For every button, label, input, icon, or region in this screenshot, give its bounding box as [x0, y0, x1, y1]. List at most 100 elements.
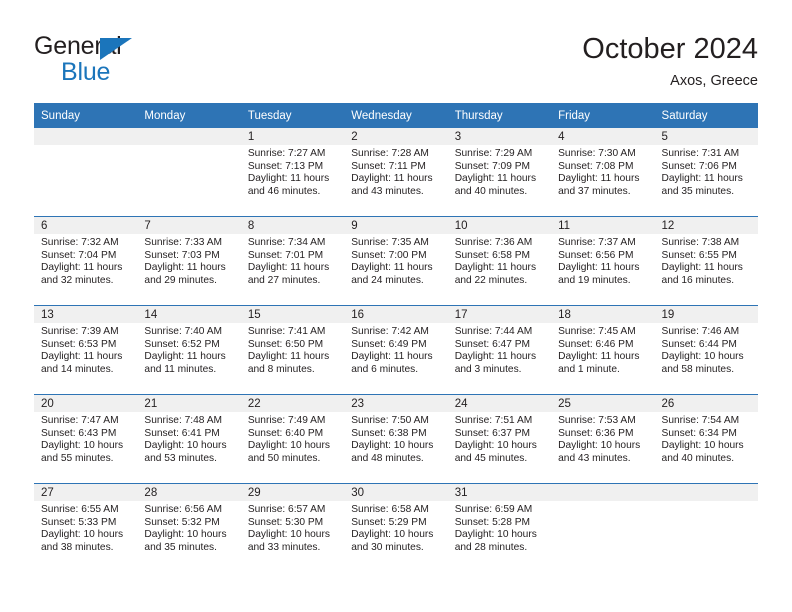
calendar-week-row: 20 Sunrise: 7:47 AM Sunset: 6:43 PM Dayligh…	[34, 394, 758, 484]
day-number: 7	[137, 217, 241, 234]
calendar-day-cell[interactable]: 15 Sunrise: 7:41 AM Sunset: 6:50 PM Dayligh…	[240, 306, 345, 394]
day-details: Sunrise: 7:40 AM Sunset: 6:52 PM Daylight:…	[137, 323, 240, 376]
sunset-text: Sunset: 6:36 PM	[558, 427, 634, 439]
day-number: 14	[137, 306, 241, 323]
day-details: Sunrise: 6:59 AM Sunset: 5:28 PM Daylight:…	[448, 501, 551, 554]
calendar-day-cell[interactable]: 10 Sunrise: 7:36 AM Sunset: 6:58 PM Dayligh…	[447, 217, 552, 305]
calendar-day-cell[interactable]: 26 Sunrise: 7:54 AM Sunset: 6:34 PM Dayligh…	[654, 395, 758, 483]
calendar-day-cell[interactable]: 2 Sunrise: 7:28 AM Sunset: 7:11 PM Daylight…	[344, 128, 448, 216]
daylight-text-line1: Daylight: 11 hours	[144, 351, 226, 363]
calendar-day-cell[interactable]: 16 Sunrise: 7:42 AM Sunset: 6:49 PM Dayligh…	[344, 306, 448, 394]
daylight-text-line2: and 35 minutes.	[661, 185, 735, 197]
sunrise-text: Sunrise: 7:36 AM	[454, 237, 533, 248]
calendar-day-cell[interactable]: 13 Sunrise: 7:39 AM Sunset: 6:53 PM Dayligh…	[34, 306, 138, 394]
sunrise-text: Sunrise: 7:50 AM	[351, 415, 429, 426]
calendar-day-cell[interactable]: 3 Sunrise: 7:29 AM Sunset: 7:09 PM Daylight…	[447, 128, 552, 216]
calendar-day-cell[interactable]: 19 Sunrise: 7:46 AM Sunset: 6:44 PM Dayligh…	[654, 306, 758, 394]
calendar-day-cell[interactable]: 9 Sunrise: 7:35 AM Sunset: 7:00 PM Daylight…	[344, 217, 448, 305]
calendar-day-cell[interactable]: 29 Sunrise: 6:57 AM Sunset: 5:30 PM Dayligh…	[240, 484, 345, 572]
calendar-day-cell[interactable]: 31 Sunrise: 6:59 AM Sunset: 5:28 PM Dayligh…	[447, 484, 552, 572]
daylight-text-line2: and 19 minutes.	[558, 274, 631, 286]
day-details: Sunrise: 7:34 AM Sunset: 7:01 PM Daylight:…	[241, 234, 344, 287]
sunset-text: Sunset: 5:29 PM	[351, 516, 427, 528]
day-details: Sunrise: 6:55 AM Sunset: 5:33 PM Daylight:…	[34, 501, 137, 554]
calendar-day-cell[interactable]: 5 Sunrise: 7:31 AM Sunset: 7:06 PM Daylight…	[654, 128, 758, 216]
sunrise-text: Sunrise: 7:34 AM	[247, 237, 326, 248]
daylight-text-line1: Daylight: 10 hours	[351, 440, 434, 452]
day-details: Sunrise: 7:47 AM Sunset: 6:43 PM Daylight:…	[34, 412, 137, 465]
day-number: 12	[654, 217, 758, 234]
calendar-day-cell[interactable]: 14 Sunrise: 7:40 AM Sunset: 6:52 PM Dayligh…	[137, 306, 241, 394]
daylight-text-line1: Daylight: 11 hours	[661, 262, 743, 274]
day-number: 2	[344, 128, 448, 145]
daylight-text-line2: and 24 minutes.	[351, 274, 424, 286]
day-number	[137, 128, 241, 145]
day-details: Sunrise: 7:35 AM Sunset: 7:00 PM Daylight:…	[344, 234, 447, 287]
sunset-text: Sunset: 7:01 PM	[247, 249, 324, 261]
calendar-day-cell[interactable]: 6 Sunrise: 7:32 AM Sunset: 7:04 PM Daylight…	[34, 217, 138, 305]
daylight-text-line2: and 14 minutes.	[41, 363, 114, 375]
calendar-day-cell[interactable]: 25 Sunrise: 7:53 AM Sunset: 6:36 PM Dayligh…	[551, 395, 655, 483]
calendar-day-cell[interactable]: 23 Sunrise: 7:50 AM Sunset: 6:38 PM Dayligh…	[344, 395, 448, 483]
day-number: 21	[137, 395, 241, 412]
sunset-text: Sunset: 5:32 PM	[144, 516, 220, 528]
calendar-day-cell[interactable]: 7 Sunrise: 7:33 AM Sunset: 7:03 PM Daylight…	[137, 217, 241, 305]
sunrise-text: Sunrise: 6:55 AM	[41, 504, 119, 515]
logo-text-blue: Blue	[61, 58, 111, 86]
daylight-text-line1: Daylight: 10 hours	[454, 529, 537, 541]
sunset-text: Sunset: 6:38 PM	[351, 427, 427, 439]
sunrise-text: Sunrise: 6:57 AM	[247, 504, 326, 515]
sunrise-text: Sunrise: 7:32 AM	[41, 237, 119, 248]
calendar-day-cell[interactable]: 18 Sunrise: 7:45 AM Sunset: 6:46 PM Dayligh…	[551, 306, 655, 394]
sunset-text: Sunset: 6:37 PM	[454, 427, 531, 439]
title-block: October 2024 Axos, Greece	[582, 32, 758, 90]
calendar-day-cell[interactable]: 11 Sunrise: 7:37 AM Sunset: 6:56 PM Dayligh…	[551, 217, 655, 305]
calendar-day-cell[interactable]: 17 Sunrise: 7:44 AM Sunset: 6:47 PM Dayligh…	[447, 306, 552, 394]
sunset-text: Sunset: 6:55 PM	[661, 249, 737, 261]
daylight-text-line2: and 35 minutes.	[144, 541, 217, 553]
day-details: Sunrise: 7:53 AM Sunset: 6:36 PM Daylight:…	[551, 412, 654, 465]
daylight-text-line2: and 55 minutes.	[41, 452, 114, 464]
calendar-day-cell[interactable]: 21 Sunrise: 7:48 AM Sunset: 6:41 PM Dayligh…	[137, 395, 241, 483]
day-details: Sunrise: 6:57 AM Sunset: 5:30 PM Daylight:…	[241, 501, 344, 554]
sunrise-text: Sunrise: 7:51 AM	[454, 415, 533, 426]
calendar-day-cell[interactable]: 20 Sunrise: 7:47 AM Sunset: 6:43 PM Dayligh…	[34, 395, 138, 483]
day-number: 8	[240, 217, 345, 234]
page-header: General Blue October 2024 Axos, Greece	[34, 32, 758, 94]
calendar-day-cell[interactable]: 28 Sunrise: 6:56 AM Sunset: 5:32 PM Dayligh…	[137, 484, 241, 572]
sunset-text: Sunset: 6:41 PM	[144, 427, 220, 439]
calendar-day-cell[interactable]: 12 Sunrise: 7:38 AM Sunset: 6:55 PM Dayligh…	[654, 217, 758, 305]
calendar-week-row: 6 Sunrise: 7:32 AM Sunset: 7:04 PM Daylight…	[34, 216, 758, 306]
logo-triangle-icon	[100, 38, 132, 60]
day-number: 23	[344, 395, 448, 412]
calendar-day-cell[interactable]: 27 Sunrise: 6:55 AM Sunset: 5:33 PM Dayligh…	[34, 484, 138, 572]
sunrise-text: Sunrise: 7:42 AM	[351, 326, 429, 337]
daylight-text-line2: and 43 minutes.	[351, 185, 424, 197]
day-number: 13	[34, 306, 138, 323]
day-number: 9	[344, 217, 448, 234]
calendar-day-cell[interactable]: 4 Sunrise: 7:30 AM Sunset: 7:08 PM Daylight…	[551, 128, 655, 216]
day-number: 22	[240, 395, 345, 412]
sunrise-text: Sunrise: 7:28 AM	[351, 148, 429, 159]
calendar-day-cell[interactable]: 22 Sunrise: 7:49 AM Sunset: 6:40 PM Dayligh…	[240, 395, 345, 483]
day-number: 18	[551, 306, 655, 323]
day-number: 5	[654, 128, 758, 145]
daylight-text-line2: and 46 minutes.	[247, 185, 321, 197]
daylight-text-line1: Daylight: 11 hours	[454, 173, 537, 185]
daylight-text-line1: Daylight: 11 hours	[558, 351, 640, 363]
calendar-day-cell[interactable]: 1 Sunrise: 7:27 AM Sunset: 7:13 PM Daylight…	[240, 128, 345, 216]
daylight-text-line1: Daylight: 11 hours	[144, 262, 226, 274]
day-details: Sunrise: 7:48 AM Sunset: 6:41 PM Daylight:…	[137, 412, 240, 465]
day-details: Sunrise: 7:49 AM Sunset: 6:40 PM Daylight:…	[241, 412, 344, 465]
daylight-text-line2: and 53 minutes.	[144, 452, 217, 464]
daylight-text-line1: Daylight: 10 hours	[661, 440, 744, 452]
calendar-day-cell[interactable]: 8 Sunrise: 7:34 AM Sunset: 7:01 PM Daylight…	[240, 217, 345, 305]
day-details: Sunrise: 7:46 AM Sunset: 6:44 PM Daylight:…	[655, 323, 758, 376]
calendar-day-cell[interactable]: 24 Sunrise: 7:51 AM Sunset: 6:37 PM Dayligh…	[447, 395, 552, 483]
sunrise-text: Sunrise: 7:39 AM	[41, 326, 119, 337]
sunrise-text: Sunrise: 7:54 AM	[661, 415, 740, 426]
daylight-text-line2: and 40 minutes.	[661, 452, 735, 464]
calendar-day-cell[interactable]: 30 Sunrise: 6:58 AM Sunset: 5:29 PM Dayligh…	[344, 484, 448, 572]
daylight-text-line2: and 37 minutes.	[558, 185, 631, 197]
sunset-text: Sunset: 6:56 PM	[558, 249, 634, 261]
